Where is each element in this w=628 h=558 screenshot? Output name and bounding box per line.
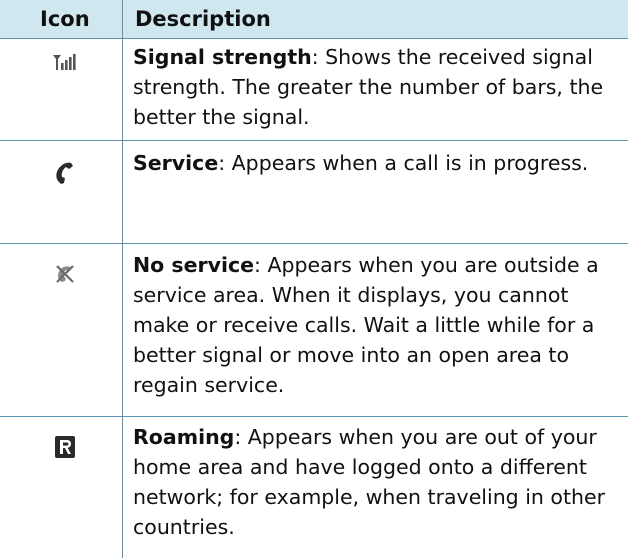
row-divider (0, 243, 628, 244)
column-divider (122, 0, 123, 558)
description-column-header: Description (135, 7, 271, 31)
row-divider (0, 416, 628, 417)
signal-strength-icon (52, 52, 78, 78)
row-description: No service: Appears when you are outside… (133, 250, 613, 400)
row-divider (0, 38, 628, 39)
roaming-icon (52, 434, 78, 460)
table-header: Icon Description (0, 0, 628, 38)
row-description: Roaming: Appears when you are out of you… (133, 422, 613, 542)
row-description: Signal strength: Shows the received sign… (133, 42, 613, 132)
row-title: Signal strength (133, 45, 312, 69)
row-divider (0, 140, 628, 141)
service-handset-icon (52, 160, 78, 186)
icon-column-header: Icon (40, 7, 90, 31)
row-title: No service (133, 253, 255, 277)
row-text: : Appears when a call is in progress. (218, 151, 589, 175)
row-description: Service: Appears when a call is in progr… (133, 148, 613, 178)
row-title: Roaming (133, 425, 235, 449)
row-title: Service (133, 151, 219, 175)
no-service-icon (52, 260, 78, 286)
